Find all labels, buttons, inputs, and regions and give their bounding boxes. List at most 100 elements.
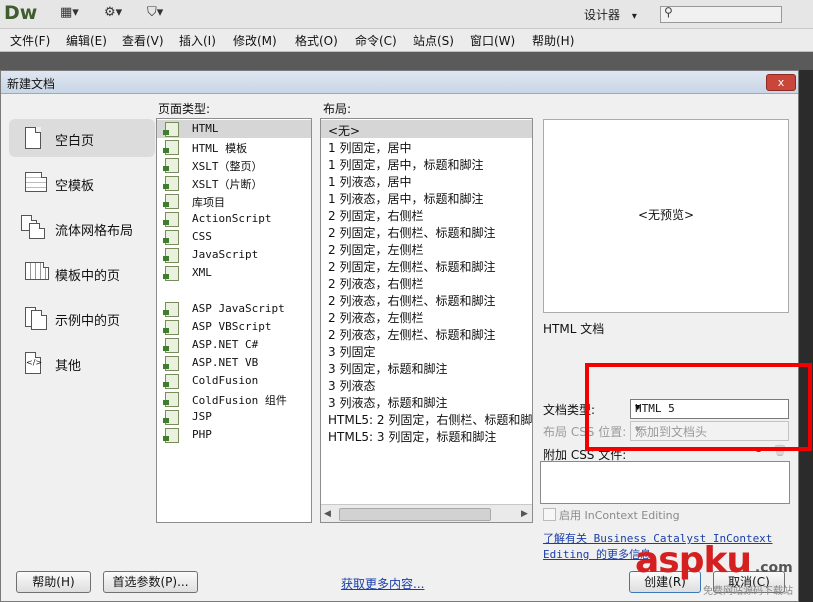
incontext-checkbox[interactable] — [543, 508, 556, 521]
layout-item[interactable]: 3 列固定，标题和脚注 — [321, 358, 532, 376]
settings-menu-icon[interactable]: ⚙▾ — [104, 5, 122, 21]
page-type-label: 库项目 — [192, 196, 225, 209]
page-type-item[interactable]: XSLT（整页） — [157, 156, 311, 174]
dreamweaver-logo: Dw — [4, 2, 38, 24]
page-type-label: XML — [192, 266, 212, 279]
menu-modify[interactable]: 修改(M) — [233, 32, 277, 49]
category-sample-page[interactable]: 示例中的页 — [9, 299, 155, 337]
horizontal-scrollbar[interactable]: ◀ ▶ — [321, 504, 532, 522]
file-type-icon — [163, 428, 179, 443]
page-type-label: HTML 模板 — [192, 142, 248, 155]
help-button[interactable]: 帮助(H) — [16, 571, 91, 593]
layout-item[interactable]: 1 列固定，居中，标题和脚注 — [321, 154, 532, 172]
scroll-left-icon[interactable]: ◀ — [324, 509, 331, 519]
layout-item[interactable]: 2 列液态，左侧栏、标题和脚注 — [321, 324, 532, 342]
page-type-item[interactable]: JSP — [157, 408, 311, 426]
preview-pane: <无预览> — [543, 119, 789, 313]
menu-view[interactable]: 查看(V) — [122, 32, 164, 49]
menu-help[interactable]: 帮助(H) — [532, 32, 574, 49]
layout-item[interactable]: 2 列固定，左侧栏 — [321, 239, 532, 257]
page-type-item[interactable]: PHP — [157, 426, 311, 444]
page-type-item[interactable]: XSLT（片断） — [157, 174, 311, 192]
category-blank-template[interactable]: 空模板 — [9, 164, 155, 202]
dialog-titlebar: 新建文档 x — [1, 71, 798, 94]
layout-item[interactable]: 2 列固定，左侧栏、标题和脚注 — [321, 256, 532, 274]
layout-item[interactable]: HTML5: 2 列固定，右侧栏、标题和脚注 — [321, 409, 532, 427]
category-label: 流体网格布局 — [55, 224, 134, 239]
menu-site[interactable]: 站点(S) — [413, 32, 454, 49]
layout-item[interactable]: 2 列固定，右侧栏、标题和脚注 — [321, 222, 532, 240]
layout-item[interactable]: 2 列液态，左侧栏 — [321, 307, 532, 325]
get-more-content-link[interactable]: 获取更多内容... — [341, 575, 424, 592]
page-type-item[interactable]: XML — [157, 264, 311, 282]
dialog-title: 新建文档 — [7, 77, 56, 91]
layout-menu-icon[interactable]: ▦▾ — [60, 5, 79, 21]
attached-css-list[interactable] — [540, 461, 790, 504]
page-type-item[interactable]: ASP VBScript — [157, 318, 311, 336]
file-type-icon — [163, 410, 179, 425]
page-type-item[interactable]: CSS — [157, 228, 311, 246]
workspace-switcher[interactable]: 设计器 ▾ — [584, 6, 637, 23]
layout-item[interactable]: HTML5: 3 列固定，标题和脚注 — [321, 426, 532, 444]
layout-item[interactable]: <无> — [321, 120, 532, 138]
menu-window[interactable]: 窗口(W) — [470, 32, 515, 49]
page-type-label: XSLT（片断） — [192, 178, 263, 191]
page-type-list[interactable]: HTML HTML 模板 XSLT（整页） XSLT（片断） 库项目 ActionScri… — [156, 118, 312, 523]
page-type-item[interactable]: ASP.NET C# — [157, 336, 311, 354]
layout-item[interactable]: 2 列液态，右侧栏 — [321, 273, 532, 291]
page-type-item[interactable]: ASP JavaScript — [157, 300, 311, 318]
file-type-icon — [163, 302, 179, 317]
file-type-icon — [163, 158, 179, 173]
layout-item[interactable]: 3 列固定 — [321, 341, 532, 359]
category-label: 模板中的页 — [55, 269, 121, 284]
layout-item[interactable]: 1 列液态，居中 — [321, 171, 532, 189]
page-type-item[interactable]: ColdFusion — [157, 372, 311, 390]
layout-item[interactable]: 1 列液态，居中，标题和脚注 — [321, 188, 532, 206]
file-type-icon — [163, 320, 179, 335]
page-type-item[interactable]: HTML — [157, 120, 311, 138]
layout-item[interactable]: 3 列液态，标题和脚注 — [321, 392, 532, 410]
chevron-down-icon: ▾ — [631, 11, 637, 22]
help-search-input[interactable]: ⚲ — [660, 5, 782, 23]
layout-list[interactable]: <无> 1 列固定，居中 1 列固定，居中，标题和脚注 1 列液态，居中 1 列液态，居… — [320, 118, 533, 523]
file-type-icon — [163, 140, 179, 155]
category-label: 空白页 — [55, 134, 95, 149]
category-blank-page[interactable]: 空白页 — [9, 119, 155, 157]
layout-item[interactable]: 2 列固定，右侧栏 — [321, 205, 532, 223]
file-type-icon — [163, 392, 179, 407]
menu-file[interactable]: 文件(F) — [10, 32, 50, 49]
page-type-item[interactable]: ASP.NET VB — [157, 354, 311, 372]
document-tab-strip — [0, 52, 813, 70]
category-label: 示例中的页 — [55, 314, 121, 329]
page-type-label: ColdFusion — [192, 374, 259, 387]
page-type-label: ASP JavaScript — [192, 302, 285, 315]
preferences-button[interactable]: 首选参数(P)... — [103, 571, 198, 593]
layout-item[interactable]: 2 列液态，右侧栏、标题和脚注 — [321, 290, 532, 308]
template-page-icon — [23, 262, 49, 284]
menu-bar: 文件(F) 编辑(E) 查看(V) 插入(I) 修改(M) 格式(O) 命令(C… — [0, 29, 813, 52]
menu-commands[interactable]: 命令(C) — [355, 32, 397, 49]
menu-format[interactable]: 格式(O) — [295, 32, 338, 49]
page-type-item[interactable]: 库项目 — [157, 192, 311, 210]
page-type-label: ASP VBScript — [192, 320, 272, 333]
file-type-icon — [163, 176, 179, 191]
category-other[interactable]: </> 其他 — [9, 344, 155, 382]
page-type-item[interactable]: HTML 模板 — [157, 138, 311, 156]
scroll-right-icon[interactable]: ▶ — [521, 509, 528, 519]
scrollbar-thumb[interactable] — [339, 508, 491, 521]
layout-item[interactable]: 1 列固定，居中 — [321, 137, 532, 155]
blank-page-icon — [23, 127, 41, 149]
page-type-item[interactable]: ColdFusion 组件 — [157, 390, 311, 408]
layout-item-label: HTML5: 3 列固定，标题和脚注 — [328, 430, 497, 444]
search-icon: ⚲ — [664, 5, 673, 19]
close-button[interactable]: x — [766, 74, 796, 91]
menu-edit[interactable]: 编辑(E) — [66, 32, 107, 49]
page-type-item[interactable]: JavaScript — [157, 246, 311, 264]
menu-insert[interactable]: 插入(I) — [179, 32, 216, 49]
category-fluid-grid[interactable]: 流体网格布局 — [9, 209, 155, 247]
page-type-item[interactable]: ActionScript — [157, 210, 311, 228]
site-menu-icon[interactable]: ⛉▾ — [147, 5, 163, 21]
layout-item[interactable]: 3 列液态 — [321, 375, 532, 393]
category-template-page[interactable]: 模板中的页 — [9, 254, 155, 292]
page-type-label: ASP.NET C# — [192, 338, 259, 351]
